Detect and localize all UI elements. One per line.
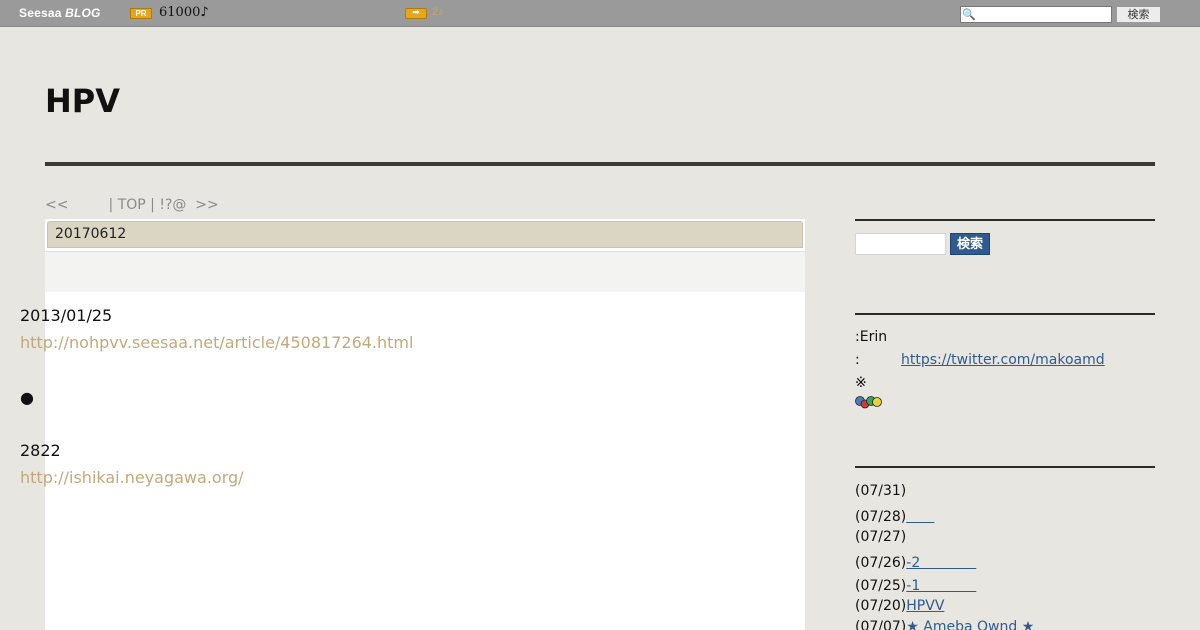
blog-title[interactable]: HPV — [45, 82, 120, 120]
logo-blog-text: BLOG — [65, 6, 101, 20]
sidebar-divider-profile — [855, 313, 1155, 315]
recent-item[interactable]: (07/20)HPVV — [855, 598, 944, 614]
seesaa-blog-logo[interactable]: Seesaa BLOG — [19, 6, 101, 20]
search-icon: 🔍 — [962, 8, 976, 21]
recent-title[interactable]: -2＿＿＿＿ — [906, 555, 976, 571]
header-divider — [45, 162, 1155, 166]
recent-item[interactable]: (07/07)★ Ameba Ownd ★ — [855, 619, 1034, 630]
sidebar-search-input[interactable] — [855, 233, 946, 255]
profile-twitter-row: : https://twitter.com/makoamd — [855, 352, 1105, 368]
article-bullet: ● — [20, 388, 34, 407]
count-text[interactable]: 2♪ — [432, 6, 444, 18]
topbar-search-input[interactable] — [977, 7, 1111, 22]
profile-name: :Erin — [855, 329, 888, 345]
topbar-search-box: 🔍 — [960, 6, 1112, 23]
recent-title[interactable]: HPVV — [906, 598, 944, 614]
arrow-right-icon[interactable]: ➡ — [405, 8, 427, 19]
topbar-search-button[interactable]: 検索 — [1116, 6, 1161, 23]
logo-seesaa-text: Seesaa — [19, 6, 62, 20]
recent-title[interactable]: ★ Ameba Ownd ★ — [906, 619, 1034, 630]
recent-date: (07/27) — [855, 529, 907, 545]
pr-badge[interactable]: PR — [130, 8, 152, 19]
recent-date: (07/31) — [855, 483, 907, 499]
article-body: 20170612 — [45, 219, 805, 630]
recent-date: (07/25) — [855, 578, 907, 594]
profile-twitter-prefix: : — [855, 352, 860, 368]
recent-item[interactable]: (07/25)-1＿＿＿＿ — [855, 575, 976, 595]
recent-date: (07/28) — [855, 509, 907, 525]
recent-item[interactable]: (07/28)＿＿ — [855, 506, 934, 526]
pager-mid-link[interactable]: !?@ — [159, 197, 186, 213]
article-line-date: 2013/01/25 — [20, 306, 113, 325]
article-link-seesaa[interactable]: http://nohpvv.seesaa.net/article/4508172… — [20, 333, 413, 352]
recent-date: (07/07) — [855, 619, 907, 630]
article-line-number: 2822 — [20, 441, 61, 460]
twitter-link[interactable]: https://twitter.com/makoamd — [901, 352, 1105, 368]
seesaa-topbar: Seesaa BLOG PR 61000♪ ➡ 2♪ 🔍 検索 — [0, 0, 1200, 27]
recent-title[interactable]: ＿＿ — [906, 509, 934, 525]
smiley-faces-icon — [855, 396, 882, 409]
sidebar-search-button[interactable]: 検索 — [950, 233, 990, 255]
article-link-ishikai[interactable]: http://ishikai.neyagawa.org/ — [20, 468, 244, 487]
recent-item[interactable]: (07/26)-2＿＿＿＿ — [855, 552, 976, 572]
pager-prev-link[interactable]: << — [45, 197, 68, 213]
recent-title[interactable]: -1＿＿＿＿ — [906, 578, 976, 594]
recent-item[interactable]: (07/31) — [855, 483, 906, 499]
recent-item[interactable]: (07/27) — [855, 529, 906, 545]
sidebar-divider-recent — [855, 466, 1155, 468]
article-title-band — [45, 251, 805, 292]
pager-top-link[interactable]: | TOP | — [109, 197, 155, 213]
article-pager: << | TOP | !?@ >> — [45, 197, 219, 213]
sidebar-divider-search — [855, 219, 1155, 221]
article-date: 20170612 — [47, 221, 803, 248]
pager-next-link[interactable]: >> — [195, 197, 218, 213]
profile-note: ※ — [855, 375, 867, 391]
recent-date: (07/20) — [855, 598, 907, 614]
points-text[interactable]: 61000♪ — [159, 5, 209, 20]
recent-date: (07/26) — [855, 555, 907, 571]
